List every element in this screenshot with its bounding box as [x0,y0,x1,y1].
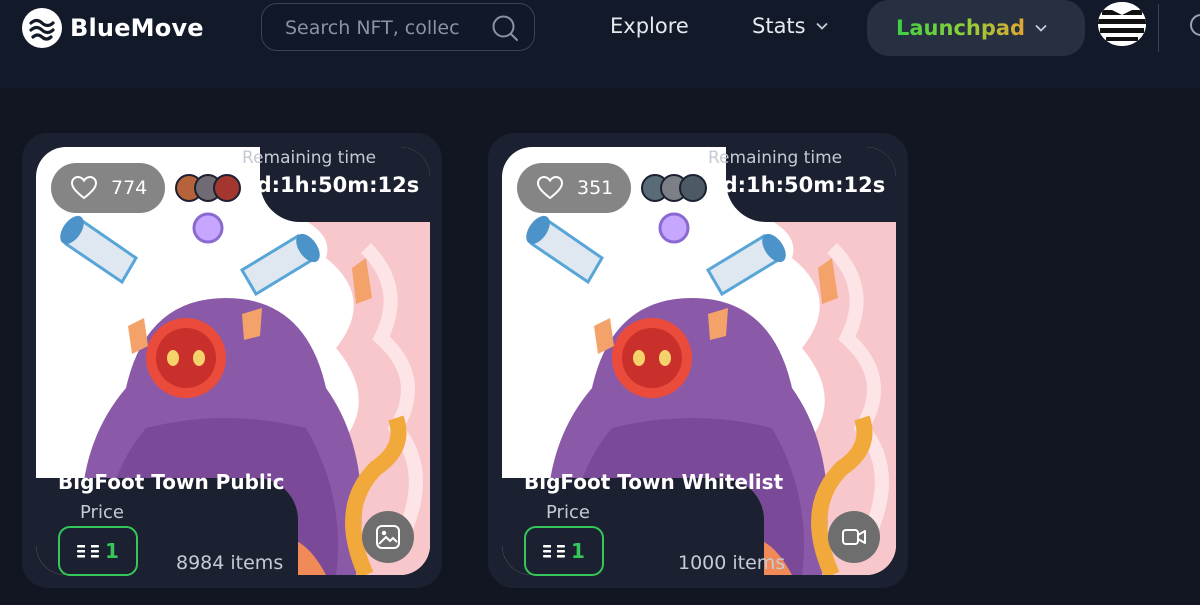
bluemove-logo[interactable]: BlueMove [22,8,204,48]
remaining-time-label: Remaining time [242,148,377,168]
image-media-button[interactable] [362,511,414,563]
price-badge: 1 [524,526,604,576]
remaining-time-value: 0d:1h:50m:12s [242,173,420,197]
owner-avatars [641,174,707,202]
price-value: 1 [105,539,119,563]
like-button[interactable]: 774 [51,163,165,213]
header-divider [1158,4,1159,52]
user-avatar[interactable] [1098,2,1146,46]
avatar-pattern-icon [1098,2,1146,46]
avatar [679,174,707,202]
remaining-time-value: 0d:1h:50m:12s [708,173,886,197]
search-input[interactable]: Search NFT, collec [261,3,535,51]
bluemove-logo-icon [22,8,62,48]
items-count: 1000 items [678,552,786,574]
price-label: Price [80,502,124,523]
image-icon [376,525,400,549]
owner-avatars [175,174,241,202]
logo-text: BlueMove [70,14,204,42]
nav-launchpad-label: Launchpad [896,16,1026,40]
chevron-down-icon [1035,24,1047,32]
aptos-icon [543,544,566,558]
remaining-time-label: Remaining time [708,148,843,168]
nav-stats-label: Stats [752,14,806,38]
account-icon[interactable] [1190,14,1200,36]
aptos-icon [77,544,100,558]
like-button[interactable]: 351 [517,163,631,213]
items-count: 8984 items [176,552,284,574]
heart-icon [537,176,563,200]
heart-icon [71,176,97,200]
collection-title[interactable]: BigFoot Town Whitelist [524,470,783,494]
avatar [213,174,241,202]
video-media-button[interactable] [828,511,880,563]
nav-launchpad[interactable]: Launchpad [867,0,1085,56]
nav-explore[interactable]: Explore [610,14,689,38]
launchpad-card[interactable]: 351 Remaining time 0d:1h:50m:12s BigFoot… [488,133,908,588]
price-badge: 1 [58,526,138,576]
like-count: 351 [577,177,614,199]
search-icon[interactable] [491,14,519,42]
chevron-down-icon [815,22,828,30]
price-value: 1 [571,539,585,563]
launchpad-card[interactable]: 774 Remaining time 0d:1h:50m:12s BigFoot… [22,133,442,588]
like-count: 774 [111,177,148,199]
video-icon [842,529,866,545]
collection-title[interactable]: BigFoot Town Public [58,470,284,494]
search-placeholder: Search NFT, collec [285,17,460,39]
price-label: Price [546,502,590,523]
top-navbar: BlueMove Search NFT, collec Explore Stat… [0,0,1200,88]
nav-stats[interactable]: Stats [752,14,828,38]
